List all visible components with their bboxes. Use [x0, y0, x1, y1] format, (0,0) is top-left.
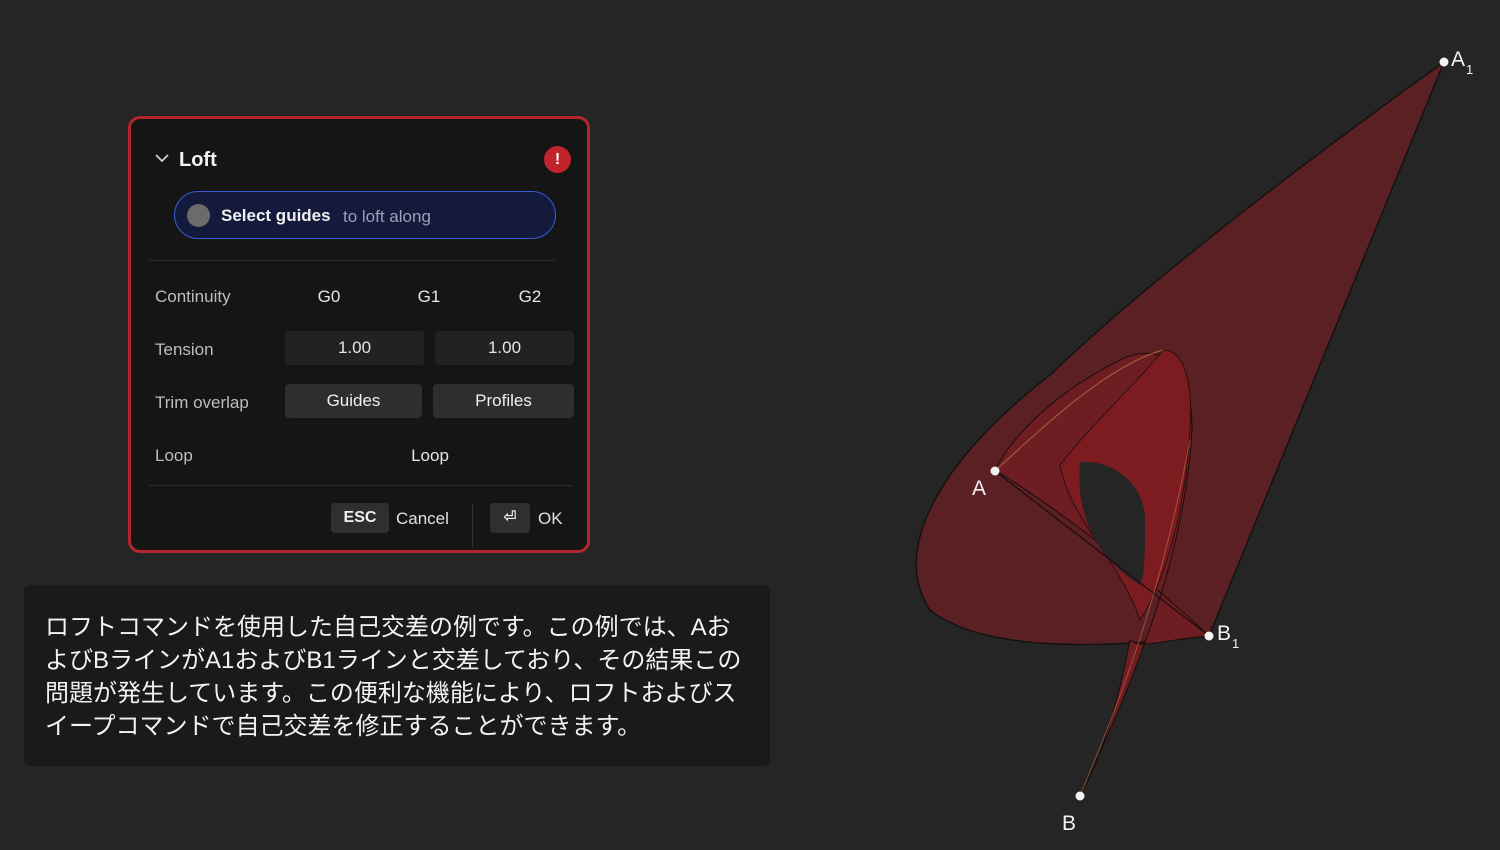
point-b1-marker: [1204, 631, 1214, 641]
loft-surface-drawing: A 1 A B 1 B: [915, 48, 1473, 835]
point-a1-label: A: [1451, 48, 1465, 71]
point-b-marker: [1075, 791, 1085, 801]
loft-surface: [915, 60, 1446, 646]
point-a1-marker: [1439, 57, 1449, 67]
point-b1-label: B: [1217, 622, 1231, 645]
point-a1-subscript: 1: [1466, 62, 1473, 77]
point-a-label: A: [972, 477, 986, 500]
point-a-marker: [990, 466, 1000, 476]
point-b1-subscript: 1: [1232, 636, 1239, 651]
point-b-label: B: [1062, 812, 1076, 835]
